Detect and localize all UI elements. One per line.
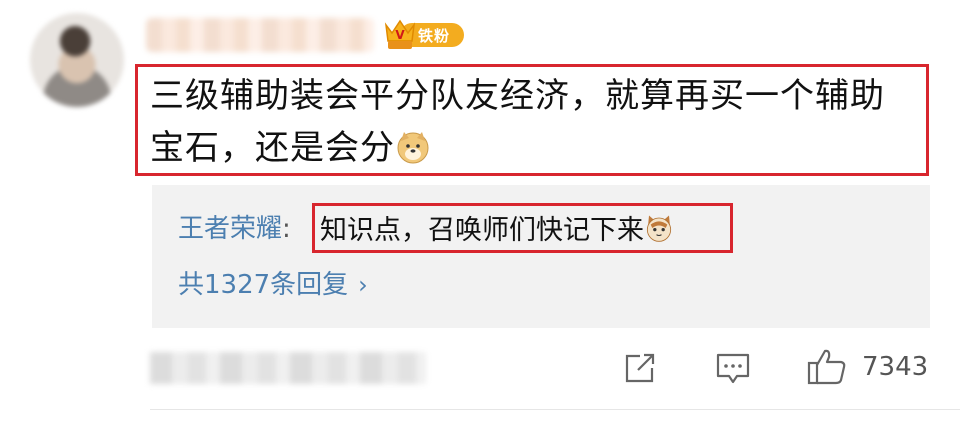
doge-emoji-icon: [397, 132, 429, 164]
reply-separator: :: [282, 214, 291, 244]
reply-text: 知识点，召唤师们快记下来: [320, 208, 674, 247]
reply-count-link[interactable]: 共1327条回复 ›: [178, 264, 368, 301]
crown-icon: V: [384, 19, 416, 49]
fan-badge: 铁粉 V: [382, 17, 466, 51]
share-icon[interactable]: [622, 351, 658, 385]
reply-author-name[interactable]: 王者荣耀: [178, 214, 282, 244]
comment-line-2-wrap: 宝石，还是会分: [150, 122, 920, 174]
comment-text: 三级辅助装会平分队友经济，就算再买一个辅助 宝石，还是会分: [150, 70, 920, 174]
chevron-right-icon: ›: [358, 271, 368, 299]
cat-emoji-icon: [646, 215, 672, 242]
svg-text:V: V: [395, 28, 405, 42]
comment-icon[interactable]: [714, 351, 752, 387]
reply-count-label[interactable]: 共1327条回复: [178, 270, 348, 300]
username-blurred[interactable]: [146, 18, 374, 52]
comment-line-1: 三级辅助装会平分队友经济，就算再买一个辅助: [150, 76, 885, 116]
avatar[interactable]: [30, 13, 124, 107]
comment-line-2: 宝石，还是会分: [150, 128, 395, 168]
reply-text-content: 知识点，召唤师们快记下来: [320, 215, 644, 246]
like-count: 7343: [862, 352, 929, 382]
fan-badge-label: 铁粉: [418, 27, 451, 45]
reply-author[interactable]: 王者荣耀:: [178, 208, 291, 245]
thumbs-up-icon[interactable]: [806, 347, 848, 387]
divider: [150, 409, 960, 410]
timestamp-blurred: [150, 352, 426, 384]
